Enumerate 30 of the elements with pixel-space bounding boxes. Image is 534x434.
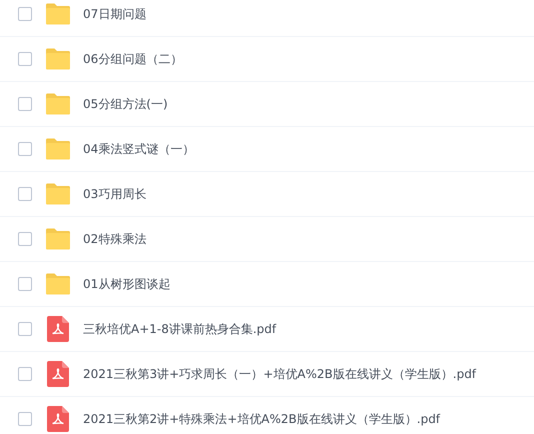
folder-name[interactable]: 02特殊乘法	[83, 230, 146, 248]
folder-icon	[45, 183, 71, 205]
folder-icon	[45, 273, 71, 295]
checkbox[interactable]	[18, 7, 32, 21]
checkbox[interactable]	[18, 322, 32, 336]
pdf-file-icon	[47, 316, 69, 342]
folder-name[interactable]: 04乘法竖式谜（一）	[83, 140, 194, 158]
file-name[interactable]: 2021三秋第2讲+特殊乘法+培优A%2B版在线讲义（学生版）.pdf	[83, 410, 440, 428]
checkbox[interactable]	[18, 232, 32, 246]
checkbox[interactable]	[18, 52, 32, 66]
folder-icon	[45, 138, 71, 160]
folder-icon	[45, 3, 71, 25]
checkbox[interactable]	[18, 367, 32, 381]
pdf-file-icon	[47, 361, 69, 387]
folder-name[interactable]: 03巧用周长	[83, 186, 146, 202]
checkbox[interactable]	[18, 412, 32, 426]
pdf-file-icon	[47, 406, 69, 432]
folder-icon	[45, 48, 71, 70]
checkbox[interactable]	[18, 187, 32, 201]
folder-icon	[45, 93, 71, 115]
file-name[interactable]: 三秋培优A+1-8讲课前热身合集.pdf	[83, 320, 276, 338]
folder-name[interactable]: 07日期问题	[83, 6, 146, 22]
file-name[interactable]: 2021三秋第3讲+巧求周长（一）+培优A%2B版在线讲义（学生版）.pdf	[83, 366, 476, 382]
checkbox[interactable]	[18, 97, 32, 111]
folder-name[interactable]: 05分组方法(一)	[83, 96, 168, 112]
folder-icon	[45, 228, 71, 250]
folder-name[interactable]: 06分组问题（二）	[83, 50, 182, 68]
folder-name[interactable]: 01从树形图谈起	[83, 276, 170, 292]
checkbox[interactable]	[18, 142, 32, 156]
checkbox[interactable]	[18, 277, 32, 291]
